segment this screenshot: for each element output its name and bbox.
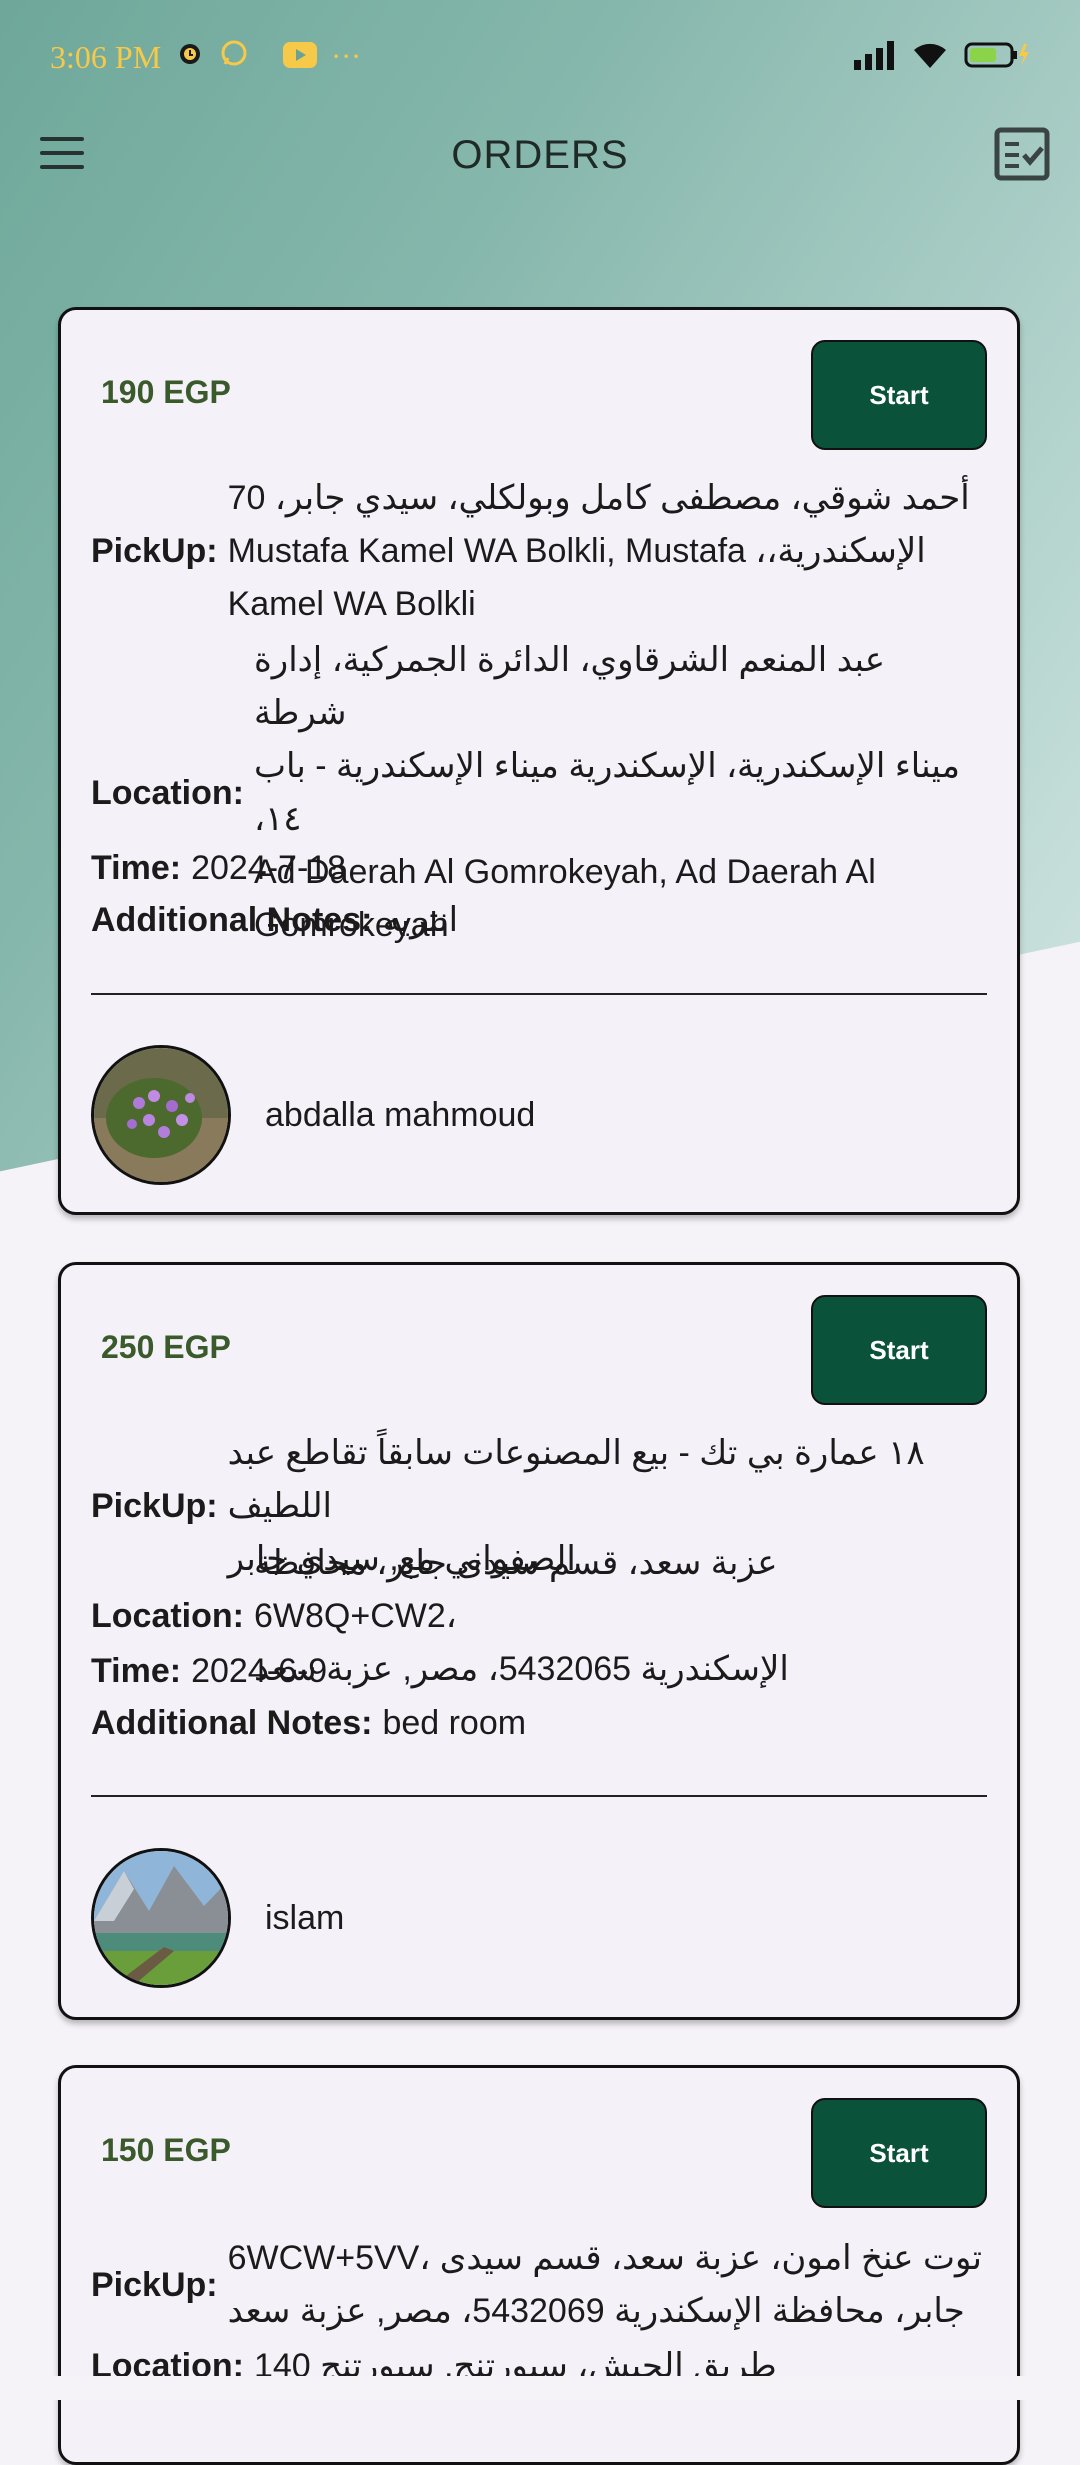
wifi-icon <box>912 40 948 75</box>
location-label: Location: <box>91 773 244 812</box>
pickup-label: PickUp: <box>91 532 218 570</box>
order-price: 190 EGP <box>101 374 231 410</box>
status-right <box>854 40 1030 75</box>
order-card: 150 EGP Start PickUp: توت عنخ امون، عزبة… <box>58 2065 1020 2465</box>
notes-value: انتريه <box>382 901 459 939</box>
start-button[interactable]: Start <box>811 1295 987 1405</box>
bottom-edge <box>0 2376 1080 2400</box>
location-label: Location: <box>91 1597 244 1635</box>
app-bar: ORDERS <box>0 100 1080 210</box>
time-row: Time: 2024-7-18 <box>91 842 987 895</box>
checklist-icon[interactable] <box>994 127 1050 181</box>
notes-value: bed room <box>382 1704 527 1742</box>
notes-label: Additional Notes: <box>91 901 373 939</box>
customer-name: islam <box>265 1899 345 1937</box>
pickup-row: PickUp: أحمد شوقي، مصطفى كامل وبولكلي، س… <box>91 472 987 631</box>
notes-row: Additional Notes: انتريه <box>91 894 987 947</box>
start-button[interactable]: Start <box>811 2098 987 2208</box>
order-price: 150 EGP <box>101 2132 231 2168</box>
whatsapp-icon <box>219 38 249 76</box>
hamburger-menu-icon[interactable] <box>40 137 84 171</box>
time-label: Time: <box>91 1652 182 1690</box>
alarm-icon <box>175 38 205 76</box>
pickup-value: توت عنخ امون، عزبة سعد، قسم سيدى ،6WCW+5… <box>227 2239 983 2330</box>
pickup-label: PickUp: <box>91 1487 218 1525</box>
status-bar: 3:06 PM ··· <box>0 0 1080 114</box>
pickup-row: PickUp: توت عنخ امون، عزبة سعد، قسم سيدى… <box>91 2232 987 2338</box>
avatar[interactable] <box>91 1045 231 1185</box>
more-notifications-icon: ··· <box>331 40 362 73</box>
signal-icon <box>854 40 896 75</box>
battery-icon <box>964 40 1030 75</box>
order-price: 250 EGP <box>101 1329 231 1365</box>
page-title: ORDERS <box>451 132 629 177</box>
pickup-value: أحمد شوقي، مصطفى كامل وبولكلي، سيدي جابر… <box>227 479 970 623</box>
notes-row: Additional Notes: bed room <box>91 1697 987 1750</box>
time-value: 2024-6-9 <box>191 1652 328 1690</box>
customer-name: abdalla mahmoud <box>265 1096 536 1134</box>
status-left: 3:06 PM ··· <box>50 38 361 76</box>
divider <box>91 993 987 995</box>
divider <box>91 1795 987 1797</box>
order-card: 190 EGP Start PickUp: أحمد شوقي، مصطفى ك… <box>58 307 1020 1215</box>
avatar[interactable] <box>91 1848 231 1988</box>
time-row: Time: 2024-6-9 <box>91 1645 987 1698</box>
time-value: 2024-7-18 <box>191 849 347 887</box>
start-button[interactable]: Start <box>811 340 987 450</box>
notes-label: Additional Notes: <box>91 1704 373 1742</box>
pickup-label: PickUp: <box>91 2265 218 2304</box>
order-card: 250 EGP Start PickUp: ١٨ عمارة بي تك - ب… <box>58 1262 1020 2020</box>
youtube-icon <box>283 39 318 76</box>
time-label: Time: <box>91 849 182 887</box>
status-time: 3:06 PM <box>50 38 162 75</box>
